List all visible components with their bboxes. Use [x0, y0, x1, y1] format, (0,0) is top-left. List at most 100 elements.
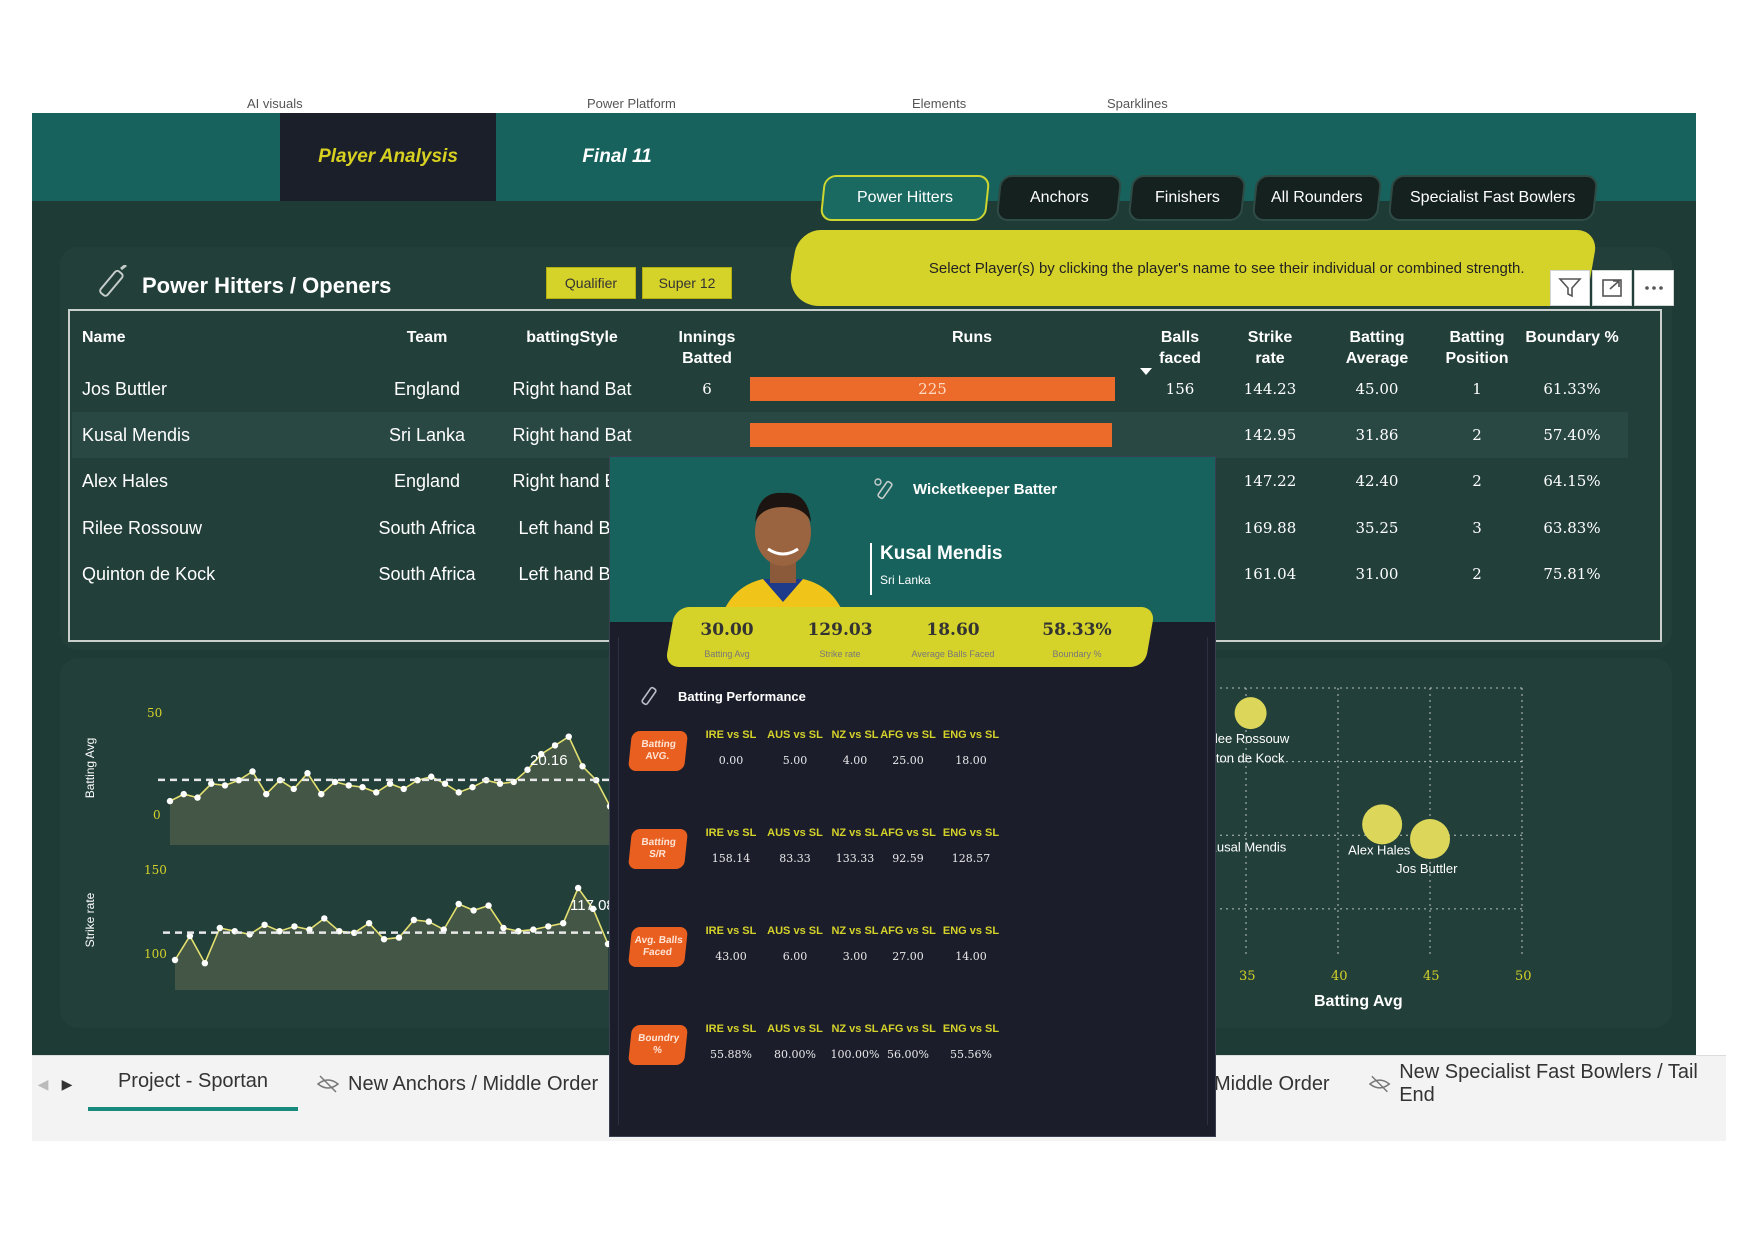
hidden-page-icon: [1368, 1075, 1391, 1093]
metric-value: 0.00: [718, 754, 744, 767]
page-tab-middle-order[interactable]: Middle Order: [1214, 1056, 1344, 1112]
header-batting-average[interactable]: Batting Average: [1332, 327, 1422, 369]
stage-super12-button[interactable]: Super 12: [642, 267, 732, 299]
tooltip-player-name: Kusal Mendis: [880, 543, 1003, 564]
avg-ref-label: 20.16: [530, 752, 568, 769]
metric-value: 14.00: [955, 950, 987, 963]
opponent-header: AFG vs SL: [880, 729, 936, 741]
page-tab-new-specialist-fast-bowlers[interactable]: New Specialist Fast Bowlers / Tail End: [1368, 1056, 1728, 1112]
instruction-text: Select Player(s) by clicking the player'…: [929, 259, 1525, 277]
table-row[interactable]: Kusal Mendis Sri Lanka Right hand Bat 142.9…: [72, 412, 1628, 458]
header-boundary-pct[interactable]: Boundary %: [1522, 327, 1622, 348]
player-name-cell[interactable]: Alex Hales: [82, 458, 168, 504]
tabs-scroll-right-icon[interactable]: ▶: [56, 1056, 78, 1112]
opponent-header: AUS vs SL: [767, 925, 823, 937]
nav-tab-final-11[interactable]: Final 11: [532, 113, 702, 201]
scatter-point[interactable]: [1234, 697, 1267, 730]
category-anchors[interactable]: Anchors: [995, 175, 1123, 221]
category-label: Anchors: [1029, 189, 1089, 206]
avg-point: [441, 780, 449, 787]
page-tab-new-anchors[interactable]: New Anchors / Middle Order: [316, 1056, 616, 1112]
stage-qualifier-button[interactable]: Qualifier: [546, 267, 636, 299]
sr-point: [171, 956, 179, 964]
page-tab-label: New Specialist Fast Bowlers / Tail End: [1399, 1061, 1698, 1106]
more-options-icon[interactable]: [1634, 270, 1674, 306]
top-menu-item[interactable]: Power Platform: [587, 96, 676, 111]
opponent-header: ENG vs SL: [942, 925, 1000, 937]
metric-label-line: Faced: [642, 947, 673, 958]
category-finishers[interactable]: Finishers: [1127, 175, 1247, 221]
category-specialist-fast-bowlers[interactable]: Specialist Fast Bowlers: [1387, 175, 1599, 221]
tabs-scroll-left-icon[interactable]: ◀: [32, 1056, 54, 1112]
category-label: Finishers: [1154, 189, 1220, 206]
batting-style-cell: Right hand Bat: [512, 425, 632, 445]
strike-rate-cell: 147.22: [1243, 472, 1297, 490]
metric-value: 158.14: [711, 852, 751, 865]
team-cell: England: [393, 471, 461, 491]
header-name[interactable]: Name: [82, 327, 126, 348]
metric-badge: Batting S/R: [627, 829, 689, 869]
opponent-header: IRE vs SL: [705, 827, 757, 839]
batting-position-cell: 2: [1472, 426, 1482, 444]
avg-tick-min: 0: [153, 808, 161, 822]
nav-tab-player-analysis[interactable]: Player Analysis: [280, 113, 496, 201]
table-row[interactable]: Jos Buttler England Right hand Bat 6 225 156 1…: [72, 366, 1628, 412]
header-batting-style[interactable]: battingStyle: [497, 327, 647, 348]
category-power-hitters[interactable]: Power Hitters: [819, 175, 991, 221]
page-tab-label: New Anchors / Middle Order: [348, 1072, 599, 1095]
batting-average-cell: 45.00: [1355, 380, 1399, 398]
scatter-point[interactable]: [1362, 804, 1403, 845]
page-tab-project-sportan[interactable]: Project - Sportan: [88, 1056, 298, 1112]
metric-badge: Boundry%: [627, 1025, 689, 1065]
metric-value: 25.00: [892, 754, 924, 767]
metric-badge: Avg. Balls Faced: [627, 927, 689, 967]
focus-mode-icon[interactable]: [1592, 270, 1632, 306]
avg-point: [290, 785, 297, 793]
metric-label-line: Batting: [640, 739, 677, 750]
avg-point: [249, 768, 256, 775]
strike-rate-cell: 142.95: [1243, 426, 1297, 444]
metric-value: 55.56%: [950, 1048, 992, 1061]
player-name-cell[interactable]: Jos Buttler: [82, 366, 167, 412]
top-menu-item[interactable]: Elements: [912, 96, 966, 111]
header-line: Innings: [678, 329, 736, 346]
metric-value: 55.88%: [710, 1048, 752, 1061]
header-team[interactable]: Team: [362, 327, 492, 348]
header-batting-position[interactable]: Batting Position: [1432, 327, 1522, 369]
avg-point: [551, 742, 559, 749]
player-name-cell[interactable]: Quinton de Kock: [82, 551, 215, 597]
sr-point: [216, 924, 223, 932]
batting-position-cell: 2: [1472, 472, 1482, 490]
player-name-cell[interactable]: Kusal Mendis: [82, 412, 190, 458]
tooltip-role: Wicketkeeper Batter: [913, 481, 1058, 498]
header-balls-faced[interactable]: Balls faced: [1142, 327, 1218, 369]
top-menu-item[interactable]: Sparklines: [1107, 96, 1168, 111]
metric-value: 92.59: [892, 852, 924, 865]
top-menu-item[interactable]: AI visuals: [247, 96, 303, 111]
metric-label-line: Boundry: [637, 1033, 680, 1044]
player-name-cell[interactable]: Rilee Rossouw: [82, 505, 202, 551]
strike-rate-cell: 144.23: [1243, 380, 1297, 398]
batter-icon: [872, 477, 898, 508]
category-all-rounders[interactable]: All Rounders: [1251, 175, 1383, 221]
divider: [870, 543, 872, 595]
opponent-header: ENG vs SL: [942, 1023, 1000, 1035]
sr-point: [291, 923, 298, 930]
avg-point: [373, 789, 380, 796]
header-runs[interactable]: Runs: [912, 327, 1032, 348]
batting-average-cell: 35.25: [1355, 519, 1399, 537]
avg-point: [221, 782, 229, 789]
opponent-header: AUS vs SL: [767, 729, 823, 741]
runs-bar: 225: [750, 377, 1115, 401]
filter-icon[interactable]: [1550, 270, 1590, 306]
player-tooltip: Wicketkeeper Batter Kusal Mendis Sri Lan…: [609, 456, 1216, 1137]
scatter-point[interactable]: [1410, 819, 1450, 860]
header-strike-rate[interactable]: Strike rate: [1232, 327, 1308, 369]
opponent-header: AFG vs SL: [880, 1023, 936, 1035]
top-menu-strip: AI visuals Power Platform Elements Spark…: [32, 96, 1698, 114]
metric-label-line: Avg. Balls: [634, 935, 684, 946]
header-innings[interactable]: Innings Batted: [652, 327, 762, 369]
opponent-header: IRE vs SL: [705, 925, 757, 937]
team-cell: Sri Lanka: [388, 425, 466, 445]
innings-cell: 6: [702, 380, 712, 398]
